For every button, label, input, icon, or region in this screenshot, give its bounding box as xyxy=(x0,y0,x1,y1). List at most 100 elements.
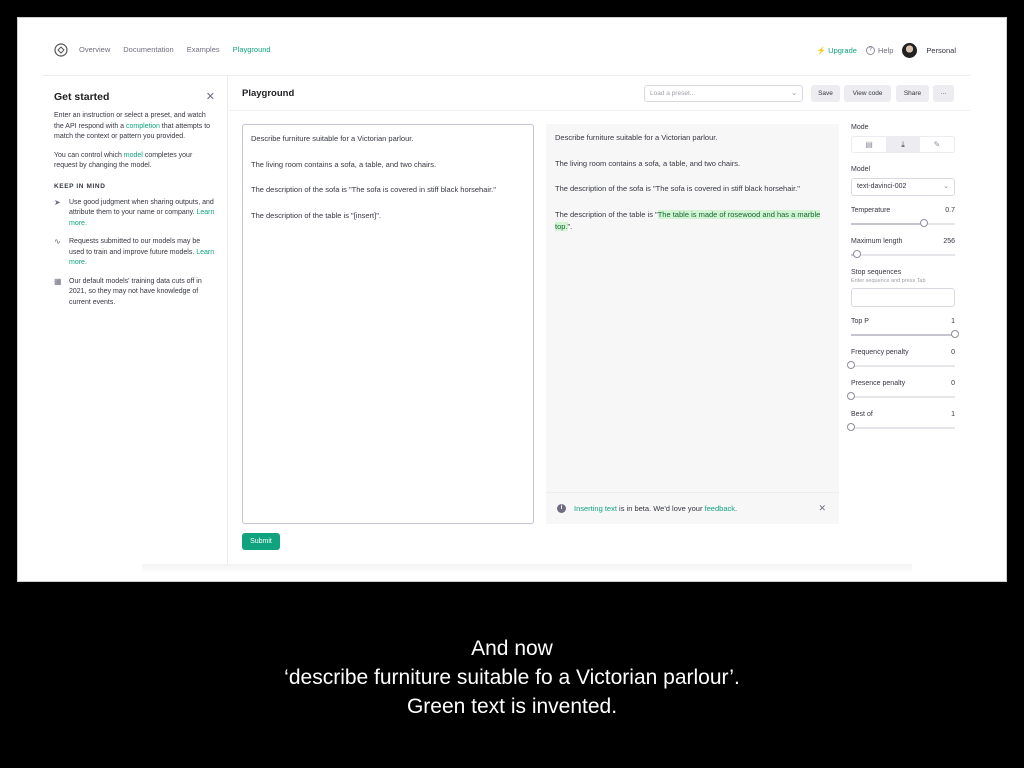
submit-button[interactable]: Submit xyxy=(242,533,280,550)
slide-caption: And now ‘describe furniture suitable fo … xyxy=(0,634,1024,721)
settings-panel: Mode ▤ ⤓ ✎ Model text-davinci-002 ⌄ Temp… xyxy=(847,124,959,433)
edit-mode-icon[interactable]: ✎ xyxy=(920,137,954,152)
page-title: Playground xyxy=(242,88,295,99)
model-link[interactable]: model xyxy=(124,152,143,159)
tip-item: ∿ Requests submitted to our models may b… xyxy=(54,237,215,269)
stop-sequences-input[interactable] xyxy=(851,288,955,307)
beta-notice: i Inserting text is in beta. We'd love y… xyxy=(546,492,839,524)
top-p-label: Top P 1 xyxy=(851,318,955,325)
sidebar-header: Get started ✕ xyxy=(54,90,215,104)
help-link[interactable]: ? Help xyxy=(865,45,894,55)
nav-documentation[interactable]: Documentation xyxy=(123,45,173,54)
output-text: ". xyxy=(567,222,573,231)
account-name[interactable]: Personal xyxy=(926,46,956,55)
nav-right: ⚡ Upgrade ? Help Personal xyxy=(817,37,956,63)
slider-knob[interactable] xyxy=(853,250,862,258)
nav-overview[interactable]: Overview xyxy=(79,45,110,54)
slide: Overview Documentation Examples Playgrou… xyxy=(0,0,1024,768)
preset-select[interactable]: Load a preset... ⌄ xyxy=(644,85,803,102)
sidebar-intro: Enter an instruction or select a preset,… xyxy=(54,111,215,143)
best-of-name: Best of xyxy=(851,411,873,418)
mode-selector: ▤ ⤓ ✎ xyxy=(851,136,955,153)
top-nav: Overview Documentation Examples Playgrou… xyxy=(42,24,970,76)
tip-body: Requests submitted to our models may be … xyxy=(69,238,201,256)
nav-playground[interactable]: Playground xyxy=(233,45,271,54)
slider-knob[interactable] xyxy=(951,330,959,338)
more-button[interactable]: ··· xyxy=(933,85,954,102)
max-length-value: 256 xyxy=(943,238,955,245)
model-select[interactable]: text-davinci-002 ⌄ xyxy=(851,178,955,196)
upgrade-label: Upgrade xyxy=(828,45,857,55)
presence-penalty-value: 0 xyxy=(951,380,955,387)
get-started-sidebar: Get started ✕ Enter an instruction or se… xyxy=(42,76,228,572)
prompt-paragraph: The living room contains a sofa, a table… xyxy=(251,159,437,169)
playground-header: Playground Load a preset... ⌄ Save View … xyxy=(229,76,970,111)
best-of-label: Best of 1 xyxy=(851,411,955,418)
close-icon[interactable]: ✕ xyxy=(206,90,215,103)
help-label: Help xyxy=(877,45,894,55)
top-p-slider[interactable] xyxy=(851,330,959,340)
tip-item: ▦ Our default models' training data cuts… xyxy=(54,277,215,309)
max-length-slider[interactable] xyxy=(851,250,955,260)
main-area: Playground Load a preset... ⌄ Save View … xyxy=(229,76,970,572)
slider-track xyxy=(851,396,955,398)
nav-examples[interactable]: Examples xyxy=(187,45,220,54)
avatar[interactable] xyxy=(902,42,918,58)
prompt-editor[interactable]: Describe furniture suitable for a Victor… xyxy=(242,124,534,524)
presence-penalty-name: Presence penalty xyxy=(851,380,906,387)
insert-mode-icon[interactable]: ⤓ xyxy=(886,137,920,152)
temperature-slider[interactable] xyxy=(851,219,955,229)
caption-line: And now xyxy=(471,637,553,660)
inserting-text-link[interactable]: Inserting text xyxy=(574,504,617,513)
frequency-penalty-value: 0 xyxy=(951,349,955,356)
output-paragraph: The description of the sofa is "The sofa… xyxy=(555,184,800,193)
save-button[interactable]: Save xyxy=(811,85,840,102)
nav-links: Overview Documentation Examples Playgrou… xyxy=(79,45,271,54)
question-icon: ? xyxy=(865,45,875,55)
mode-label: Mode xyxy=(851,124,955,131)
frequency-penalty-slider[interactable] xyxy=(847,361,955,371)
model-value: text-davinci-002 xyxy=(857,183,907,190)
slider-knob[interactable] xyxy=(847,423,855,431)
tip-text: Use good judgment when sharing outputs, … xyxy=(69,198,215,230)
view-code-button[interactable]: View code xyxy=(844,85,891,102)
temperature-name: Temperature xyxy=(851,207,891,214)
slider-knob[interactable] xyxy=(847,361,855,369)
stop-sequences-label: Stop sequences xyxy=(851,269,955,276)
slider-knob[interactable] xyxy=(919,219,928,227)
completion-link[interactable]: completion xyxy=(126,123,160,130)
chevron-down-icon: ⌄ xyxy=(791,90,797,97)
top-p-value: 1 xyxy=(951,318,955,325)
calendar-icon: ▦ xyxy=(54,276,62,286)
tip-body: Use good judgment when sharing outputs, … xyxy=(69,198,214,217)
preset-placeholder: Load a preset... xyxy=(650,90,696,97)
tip-item: ➤ Use good judgment when sharing outputs… xyxy=(54,198,215,230)
presence-penalty-label: Presence penalty 0 xyxy=(851,380,955,387)
chevron-down-icon: ⌄ xyxy=(943,183,949,190)
beta-end: . xyxy=(735,504,738,513)
presence-penalty-slider[interactable] xyxy=(847,392,955,402)
close-icon[interactable]: ✕ xyxy=(818,503,826,514)
model-label: Model xyxy=(851,166,955,173)
sidebar-model-note: You can control which model completes yo… xyxy=(54,151,215,172)
slider-fill xyxy=(851,334,955,336)
frequency-penalty-name: Frequency penalty xyxy=(851,349,909,356)
share-button[interactable]: Share xyxy=(896,85,929,102)
upgrade-link[interactable]: ⚡ Upgrade xyxy=(817,46,857,55)
prompt-paragraph: The description of the sofa is "The sofa… xyxy=(251,185,496,194)
slider-knob[interactable] xyxy=(847,392,855,400)
lightning-icon: ⚡ xyxy=(816,45,827,55)
complete-mode-icon[interactable]: ▤ xyxy=(852,137,886,152)
best-of-value: 1 xyxy=(951,411,955,418)
output-paragraph: The description of the table is "The tab… xyxy=(555,209,830,234)
feedback-link[interactable]: feedback xyxy=(705,504,735,513)
beta-text: is in beta. We'd love your xyxy=(616,504,705,513)
bottom-shadow xyxy=(142,564,912,572)
openai-logo-icon[interactable] xyxy=(54,43,68,57)
frequency-penalty-label: Frequency penalty 0 xyxy=(851,349,955,356)
caption-line: Green text is invented. xyxy=(406,695,618,718)
model-note-a: You can control which xyxy=(54,151,124,159)
temperature-label: Temperature 0.7 xyxy=(851,207,955,214)
stop-sequences-name: Stop sequences xyxy=(851,269,902,276)
best-of-slider[interactable] xyxy=(847,423,955,433)
